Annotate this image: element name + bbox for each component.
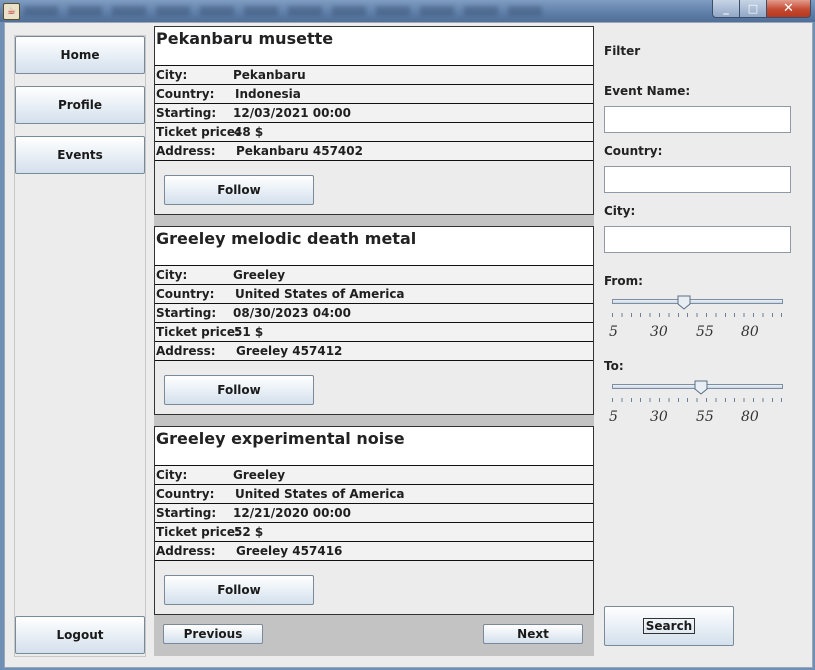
starting-row: Starting: 12/21/2020 00:00 [155, 504, 593, 523]
java-cup-icon: ☕ [3, 3, 20, 20]
to-tick-label: 5 [609, 409, 618, 425]
country-row: Country: United States of America [155, 485, 593, 504]
city-row: City: Greeley [155, 466, 593, 485]
address-label: Address: [156, 544, 216, 558]
address-value: Greeley 457416 [236, 544, 343, 558]
city-label: City: [156, 468, 188, 482]
city-label: City: [156, 68, 188, 82]
event-title: Greeley melodic death metal [155, 227, 593, 266]
city-value: Greeley [233, 268, 286, 282]
home-button[interactable]: Home [15, 36, 145, 74]
country-label: Country: [156, 87, 215, 101]
window-controls: _ □ ✕ [712, 0, 811, 18]
address-label: Address: [156, 144, 216, 158]
event-name-label: Event Name: [604, 84, 691, 98]
maximize-button[interactable]: □ [739, 0, 766, 18]
starting-label: Starting: [156, 506, 217, 520]
event-name-input[interactable] [604, 106, 791, 133]
address-label: Address: [156, 344, 216, 358]
to-tick-label: 30 [650, 409, 668, 425]
search-button-label: Search [642, 618, 696, 634]
starting-value: 12/21/2020 00:00 [233, 506, 351, 520]
event-card: Greeley melodic death metal City: Greeley… [154, 226, 594, 415]
event-card: Pekanbaru musette City: Pekanbaru Country… [154, 26, 594, 215]
from-slider-thumb[interactable] [677, 295, 691, 310]
address-value: Greeley 457412 [236, 344, 343, 358]
starting-label: Starting: [156, 306, 217, 320]
country-row: Country: United States of America [155, 285, 593, 304]
ticket-price-label: Ticket price: [156, 125, 240, 139]
country-filter-input[interactable] [604, 166, 791, 193]
profile-button[interactable]: Profile [15, 86, 145, 124]
address-row: Address: Greeley 457416 [155, 542, 593, 561]
from-slider-track[interactable] [612, 299, 783, 304]
starting-value: 08/30/2023 04:00 [233, 306, 351, 320]
country-value: Indonesia [235, 87, 301, 101]
city-value: Greeley [233, 468, 286, 482]
to-slider-thumb[interactable] [694, 380, 708, 395]
from-label: From: [604, 274, 643, 288]
filter-panel: Filter Event Name: Country: City: From: … [595, 23, 812, 663]
address-row: Address: Greeley 457412 [155, 342, 593, 361]
ticket-price-value: 51 $ [234, 325, 264, 339]
ticket-price-value: 48 $ [234, 125, 264, 139]
country-label: Country: [156, 487, 215, 501]
country-filter-label: Country: [604, 144, 663, 158]
country-value: United States of America [235, 287, 405, 301]
from-tick-label: 5 [609, 324, 618, 340]
event-title: Greeley experimental noise [155, 427, 593, 466]
ticket-price-row: Ticket price: 48 $ [155, 123, 593, 142]
ticket-price-row: Ticket price: 52 $ [155, 523, 593, 542]
city-filter-label: City: [604, 204, 636, 218]
starting-value: 12/03/2021 00:00 [233, 106, 351, 120]
window-client-area: Home Profile Events Logout Pekanbaru mus… [4, 22, 813, 668]
previous-page-button[interactable]: Previous [163, 624, 263, 644]
country-value: United States of America [235, 487, 405, 501]
navigation-panel: Home Profile Events Logout [14, 35, 146, 657]
city-row: City: Greeley [155, 266, 593, 285]
minimize-button[interactable]: _ [712, 0, 739, 18]
to-label: To: [604, 359, 624, 373]
event-title: Pekanbaru musette [155, 27, 593, 66]
follow-button[interactable]: Follow [164, 575, 314, 605]
from-slider-ticks [612, 313, 784, 317]
event-list: Pekanbaru musette City: Pekanbaru Country… [154, 26, 594, 656]
follow-button[interactable]: Follow [164, 175, 314, 205]
search-button[interactable]: Search [604, 606, 734, 646]
next-page-button[interactable]: Next [483, 624, 583, 644]
from-tick-label: 80 [741, 324, 759, 340]
city-value: Pekanbaru [233, 68, 306, 82]
from-tick-label: 30 [650, 324, 668, 340]
city-label: City: [156, 268, 188, 282]
ticket-price-row: Ticket price: 51 $ [155, 323, 593, 342]
city-row: City: Pekanbaru [155, 66, 593, 85]
close-button[interactable]: ✕ [766, 0, 811, 18]
starting-row: Starting: 08/30/2023 04:00 [155, 304, 593, 323]
events-button[interactable]: Events [15, 136, 145, 174]
window-titlebar[interactable]: ☕ _ □ ✕ [0, 0, 815, 22]
address-value: Pekanbaru 457402 [236, 144, 363, 158]
from-tick-label: 55 [696, 324, 714, 340]
logout-button[interactable]: Logout [15, 616, 145, 654]
to-tick-label: 55 [696, 409, 714, 425]
filter-title: Filter [604, 44, 641, 58]
country-label: Country: [156, 287, 215, 301]
ticket-price-label: Ticket price: [156, 325, 240, 339]
event-card: Greeley experimental noise City: Greeley … [154, 426, 594, 615]
address-row: Address: Pekanbaru 457402 [155, 142, 593, 161]
ticket-price-label: Ticket price: [156, 525, 240, 539]
starting-row: Starting: 12/03/2021 00:00 [155, 104, 593, 123]
starting-label: Starting: [156, 106, 217, 120]
blurred-menu-bar [24, 6, 544, 16]
follow-button[interactable]: Follow [164, 375, 314, 405]
city-filter-input[interactable] [604, 226, 791, 253]
country-row: Country: Indonesia [155, 85, 593, 104]
ticket-price-value: 52 $ [234, 525, 264, 539]
to-slider-ticks [612, 398, 784, 402]
to-tick-label: 80 [741, 409, 759, 425]
